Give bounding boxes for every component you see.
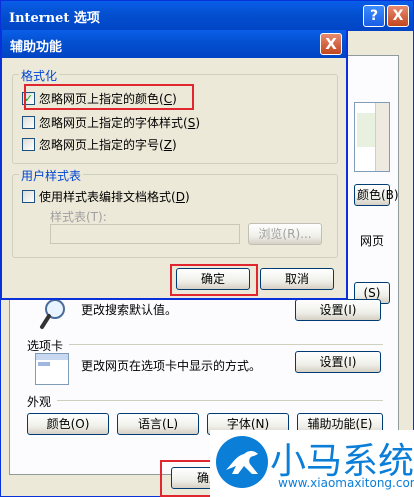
checkbox-unchecked-icon[interactable] (22, 138, 35, 151)
formatting-group-title: 格式化 (19, 67, 60, 84)
tabs-description: 更改网页在选项卡中显示的方式。 (81, 359, 262, 373)
window-close-icon[interactable]: X (387, 5, 409, 27)
checkbox-unchecked-icon[interactable] (22, 190, 35, 203)
window-title: Internet 选项 (9, 11, 100, 26)
magnifier-icon (39, 297, 69, 331)
watermark-url: www.xiaomaxitong.com (278, 476, 414, 490)
window-titlebar: Internet 选项 ? X (1, 1, 413, 31)
dialog-cancel-button[interactable]: 取消 (260, 268, 334, 290)
main-ok-highlight (160, 460, 216, 497)
appearance-colors-button[interactable]: 颜色(O) (27, 413, 109, 435)
search-description: 更改搜索默认值。 (81, 303, 178, 317)
browse-button[interactable]: 浏览(R)... (248, 223, 322, 245)
appearance-section-title: 外观 (27, 395, 52, 409)
user-stylesheet-group-title: 用户样式表 (19, 167, 84, 184)
checkbox-unchecked-icon[interactable] (22, 116, 35, 129)
horse-logo-icon (216, 436, 268, 488)
dialog-titlebar: 辅助功能 X (2, 30, 346, 58)
search-settings-button[interactable]: 设置(I) (295, 299, 381, 321)
ignore-font-sizes-checkbox[interactable]: 忽略网页上指定的字号(Z) (22, 136, 177, 152)
dialog-close-icon[interactable]: X (320, 33, 342, 55)
stylesheet-label: 样式表(T): (50, 210, 107, 224)
list-scrollbar[interactable] (375, 103, 389, 171)
watermark-logo: 小马系统 www.xiaomaxitong.com (210, 430, 414, 497)
tabs-section-divider (69, 344, 383, 345)
appearance-section-divider (57, 400, 383, 401)
appearance-languages-button[interactable]: 语言(L) (117, 413, 199, 435)
tabs-window-icon (35, 353, 69, 385)
tabs-settings-button[interactable]: 设置(I) (295, 351, 381, 373)
side-label-fragment: 网页 (360, 234, 385, 248)
tabs-section-title: 选项卡 (27, 339, 64, 353)
ignore-font-styles-checkbox[interactable]: 忽略网页上指定的字体样式(S) (22, 114, 200, 130)
use-stylesheet-checkbox[interactable]: 使用样式表编排文档格式(D) (22, 188, 190, 204)
ignore-colors-highlight (24, 84, 194, 110)
colors-b-button[interactable]: 颜色(B) (354, 184, 399, 206)
home-page-list-fragment (354, 102, 390, 172)
help-icon[interactable]: ? (363, 5, 385, 27)
dialog-title: 辅助功能 (10, 40, 63, 55)
dialog-ok-highlight (170, 264, 258, 296)
stylesheet-input[interactable] (50, 224, 240, 244)
accessibility-dialog: 辅助功能 X 格式化 ✓ 忽略网页上指定的颜色(C) 忽略网页上指定的字体样式(S… (0, 30, 348, 300)
